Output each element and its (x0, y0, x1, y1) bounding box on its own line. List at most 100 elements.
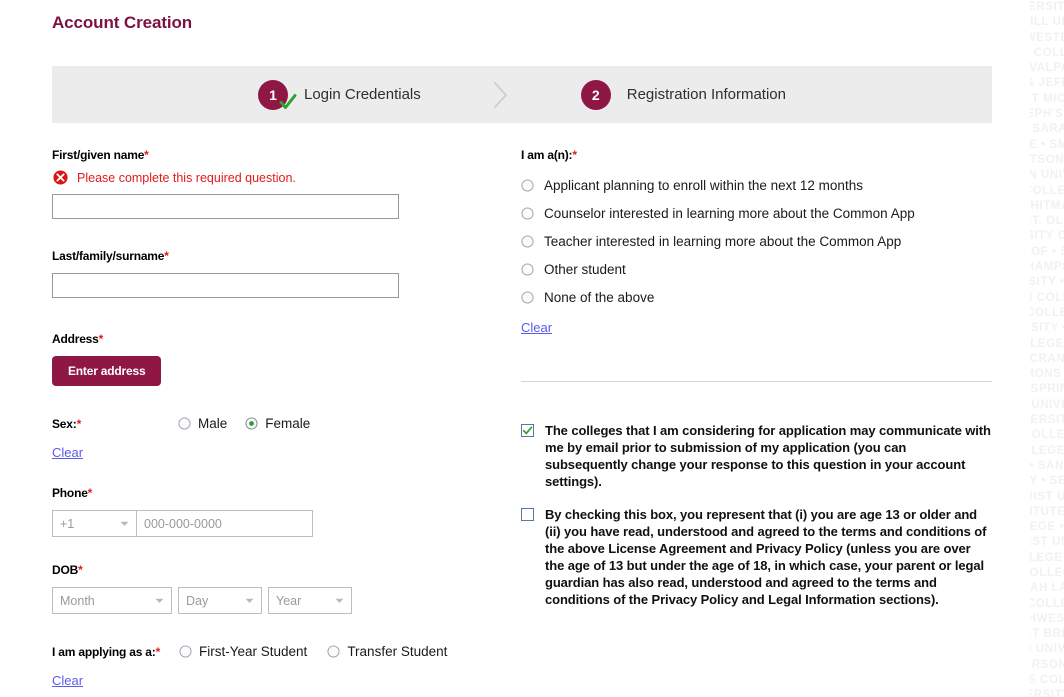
applying-as-option-first-year[interactable]: First-Year Student (179, 644, 307, 659)
step-1-login-credentials[interactable]: 1 Login Credentials (258, 79, 421, 110)
sex-radio-group: Male Female (178, 416, 310, 431)
step-1-number: 1 (269, 86, 277, 103)
i-am-a-clear-link[interactable]: Clear (521, 320, 552, 335)
first-name-error-text: Please complete this required question. (77, 170, 296, 185)
phone-country-code-select[interactable]: +1 (52, 510, 137, 537)
radio-unchecked-icon (178, 417, 191, 430)
i-am-a-option-counselor[interactable]: Counselor interested in learning more ab… (521, 206, 992, 221)
dob-month-value: Month (60, 593, 95, 608)
radio-unchecked-icon (179, 645, 192, 658)
applying-as-field-group: I am applying as a:* First-Year Student … (52, 644, 472, 688)
first-name-label: First/given name* (52, 148, 472, 162)
phone-input-row: +1 (52, 510, 472, 537)
sex-option-male[interactable]: Male (178, 416, 227, 431)
phone-field-group: Phone* +1 (52, 486, 472, 537)
dob-year-value: Year (276, 593, 302, 608)
chevron-down-icon (335, 598, 344, 603)
sex-option-female-label: Female (265, 416, 311, 431)
i-am-a-option-none-label: None of the above (544, 290, 655, 305)
radio-unchecked-icon (521, 207, 534, 220)
checkbox-unchecked-icon (521, 508, 534, 521)
dob-select-row: Month Day Year (52, 587, 472, 614)
progress-steps: 1 Login Credentials 2 Registration Infor… (52, 66, 992, 123)
account-creation-page: Account Creation 1 Login Credentials 2 R… (0, 0, 1030, 697)
dob-day-select[interactable]: Day (178, 587, 262, 614)
phone-label: Phone* (52, 486, 472, 500)
dob-label: DOB* (52, 563, 472, 577)
i-am-a-option-other-student-label: Other student (544, 262, 626, 277)
applying-as-option-first-year-label: First-Year Student (199, 644, 308, 659)
step-2-circle: 2 (580, 79, 611, 110)
sex-option-female[interactable]: Female (245, 416, 310, 431)
applying-as-option-transfer[interactable]: Transfer Student (327, 644, 447, 659)
first-name-error: Please complete this required question. (52, 169, 472, 186)
consent-checkbox-colleges-communicate[interactable]: The colleges that I am considering for a… (521, 422, 992, 490)
required-asterisk: * (572, 148, 577, 162)
chevron-down-icon (120, 521, 129, 526)
radio-unchecked-icon (521, 179, 534, 192)
dob-year-select[interactable]: Year (268, 587, 352, 614)
last-name-field-group: Last/family/surname* (52, 249, 472, 298)
address-label-text: Address (52, 332, 99, 346)
step-1-circle: 1 (258, 79, 297, 110)
applying-as-clear-link[interactable]: Clear (52, 673, 83, 688)
sex-clear-link[interactable]: Clear (52, 445, 83, 460)
required-asterisk: * (98, 332, 104, 346)
required-asterisk: * (164, 249, 169, 263)
i-am-a-option-applicant-label: Applicant planning to enroll within the … (544, 178, 863, 193)
section-divider (521, 381, 992, 382)
first-name-label-text: First/given name (52, 148, 145, 162)
phone-label-text: Phone (52, 486, 88, 500)
address-field-group: Address* Enter address (52, 332, 472, 386)
i-am-a-option-counselor-label: Counselor interested in learning more ab… (544, 206, 915, 221)
radio-unchecked-icon (521, 235, 534, 248)
radio-checked-icon (245, 417, 258, 430)
required-asterisk: * (78, 563, 83, 577)
dob-field-group: DOB* Month Day Year (52, 563, 472, 614)
applying-as-label: I am applying as a:* (52, 645, 179, 659)
radio-unchecked-icon (521, 263, 534, 276)
step-separator-chevron-icon (477, 80, 525, 110)
last-name-label: Last/family/surname* (52, 249, 472, 263)
step-2-number: 2 (591, 86, 600, 103)
step-1-label: Login Credentials (304, 86, 421, 103)
checkbox-checked-icon (521, 424, 534, 437)
first-name-field-group: First/given name* Please complete this r… (52, 148, 472, 219)
left-column: First/given name* Please complete this r… (52, 148, 472, 688)
enter-address-button[interactable]: Enter address (52, 356, 162, 386)
chevron-down-icon (245, 598, 254, 603)
phone-number-input[interactable] (137, 510, 313, 537)
i-am-a-option-teacher[interactable]: Teacher interested in learning more abou… (521, 234, 992, 249)
consent-colleges-communicate-text: The colleges that I am considering for a… (545, 423, 991, 489)
i-am-a-option-none[interactable]: None of the above (521, 290, 992, 305)
sex-label: Sex:* (52, 417, 178, 431)
i-am-a-label-text: I am a(n): (521, 148, 573, 162)
step-2-registration-information[interactable]: 2 Registration Information (580, 79, 786, 110)
applying-as-label-text: I am applying as a: (52, 644, 156, 659)
i-am-a-option-other-student[interactable]: Other student (521, 262, 992, 277)
error-circle-x-icon (52, 169, 69, 186)
required-asterisk: * (155, 644, 161, 659)
dob-day-value: Day (186, 593, 209, 608)
required-asterisk: * (87, 486, 93, 500)
right-column: I am a(n):* Applicant planning to enroll… (521, 148, 992, 608)
dob-month-select[interactable]: Month (52, 587, 172, 614)
radio-unchecked-icon (521, 291, 534, 304)
first-name-input[interactable] (52, 194, 399, 219)
last-name-label-text: Last/family/surname (52, 249, 165, 263)
applying-as-option-transfer-label: Transfer Student (347, 644, 448, 659)
i-am-a-label: I am a(n):* (521, 148, 992, 162)
page-title: Account Creation (52, 13, 193, 32)
radio-unchecked-icon (327, 645, 340, 658)
i-am-a-radio-group: Applicant planning to enroll within the … (521, 178, 992, 305)
i-am-a-option-teacher-label: Teacher interested in learning more abou… (544, 234, 902, 249)
last-name-input[interactable] (52, 273, 399, 298)
sex-option-male-label: Male (198, 416, 228, 431)
required-asterisk: * (144, 148, 149, 162)
consent-checkbox-terms-age[interactable]: By checking this box, you represent that… (521, 506, 992, 608)
consent-terms-age-text: By checking this box, you represent that… (545, 507, 987, 607)
i-am-a-option-applicant[interactable]: Applicant planning to enroll within the … (521, 178, 992, 193)
sex-field-group: Sex:* Male Female Clear (52, 416, 472, 460)
sex-label-text: Sex: (52, 416, 77, 431)
phone-country-code-value: +1 (60, 516, 75, 531)
